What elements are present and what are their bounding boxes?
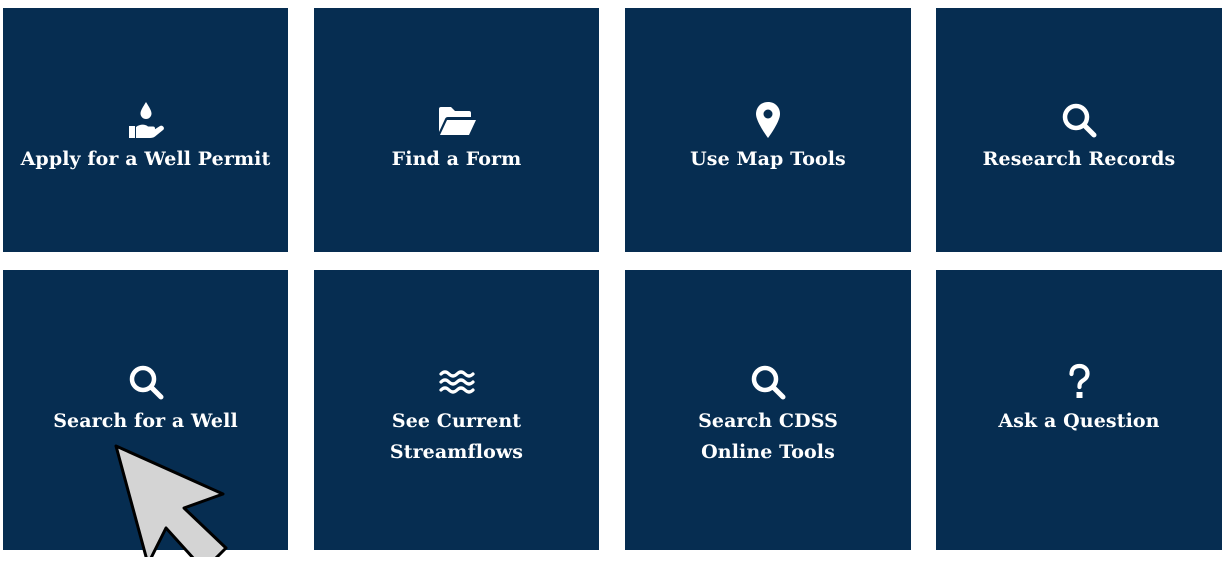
- tile-label: Apply for a Well Permit: [20, 148, 271, 170]
- folder-open-icon: [437, 100, 477, 140]
- tile-label: Search for a Well: [53, 410, 238, 432]
- search-icon: [748, 362, 788, 402]
- tile-label: Use Map Tools: [690, 148, 846, 170]
- question-mark-icon: [1059, 362, 1099, 402]
- tile-see-current-streamflows[interactable]: See Current Streamflows: [314, 270, 599, 550]
- tile-find-form[interactable]: Find a Form: [314, 8, 599, 252]
- map-marker-icon: [748, 100, 788, 140]
- tile-label: Ask a Question: [998, 410, 1160, 432]
- tile-search-for-well[interactable]: Search for a Well: [3, 270, 288, 550]
- tile-label: Find a Form: [391, 148, 522, 170]
- tile-label: Search CDSS Online Tools: [698, 410, 838, 463]
- tile-label: Research Records: [982, 148, 1176, 170]
- search-icon: [126, 362, 166, 402]
- tile-research-records[interactable]: Research Records: [936, 8, 1222, 252]
- tile-apply-well-permit[interactable]: Apply for a Well Permit: [3, 8, 288, 252]
- search-icon: [1059, 100, 1099, 140]
- tile-use-map-tools[interactable]: Use Map Tools: [625, 8, 911, 252]
- hand-water-drop-icon: [126, 100, 166, 140]
- tile-label: See Current Streamflows: [389, 410, 524, 463]
- tile-ask-question[interactable]: Ask a Question: [936, 270, 1222, 550]
- tile-search-cdss-online-tools[interactable]: Search CDSS Online Tools: [625, 270, 911, 550]
- water-waves-icon: [437, 362, 477, 402]
